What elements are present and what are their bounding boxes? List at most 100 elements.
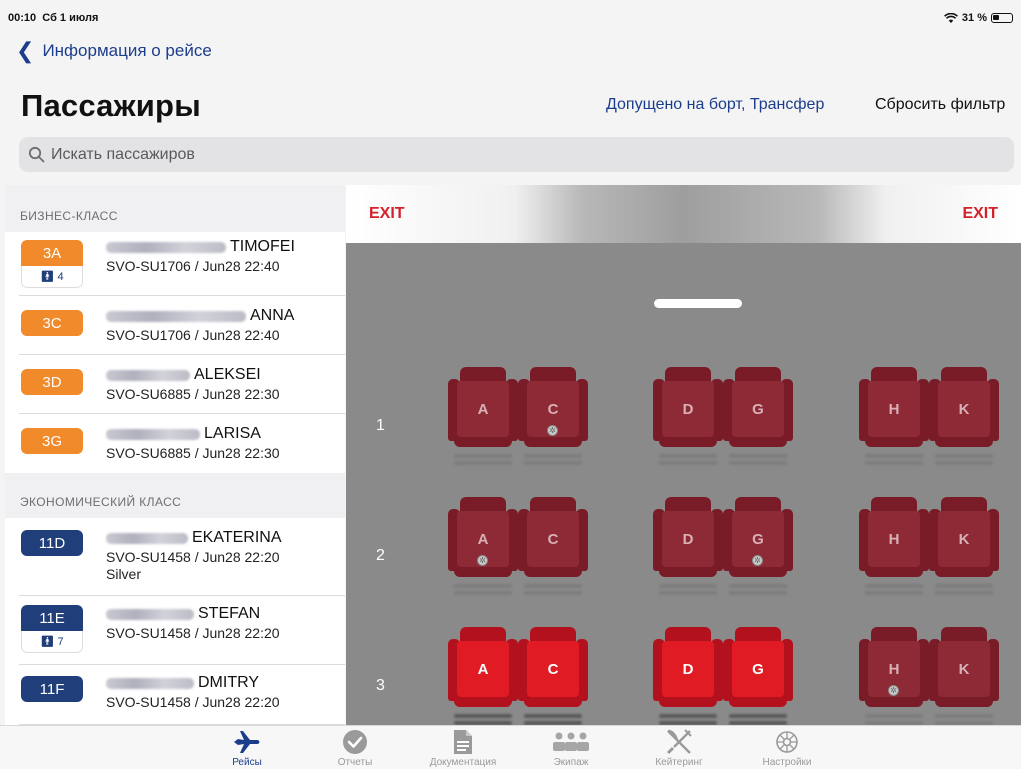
seat-occupant-redacted xyxy=(653,581,723,595)
seat-occupant-redacted xyxy=(653,451,723,465)
person-icon: 🚹︎ xyxy=(40,271,55,283)
seat-2G[interactable]: G ✲ xyxy=(723,497,793,577)
seat-occupant-redacted xyxy=(859,581,929,595)
seat-marker-icon: ✲ xyxy=(888,685,899,696)
seat-2H[interactable]: H xyxy=(859,497,929,577)
seat-letter: D xyxy=(662,511,714,567)
tab-label: Экипаж xyxy=(553,757,589,768)
back-button[interactable]: ❮ Информация о рейсе xyxy=(16,40,212,62)
seat-badge: 3C xyxy=(21,310,83,336)
active-filter-link[interactable]: Допущено на борт, Трансфер xyxy=(606,96,824,114)
person-icon: 🚹︎ xyxy=(40,636,55,648)
seat-1A[interactable]: A xyxy=(448,367,518,447)
group-badge: 🚹︎ 4 xyxy=(21,266,83,288)
seat-1C[interactable]: C ✲ xyxy=(518,367,588,447)
seat-2D[interactable]: D xyxy=(653,497,723,577)
seat-code: 3C xyxy=(21,310,83,336)
seat-1D[interactable]: D xyxy=(653,367,723,447)
search-input[interactable]: Искать пассажиров xyxy=(19,137,1014,172)
seat-1G[interactable]: G xyxy=(723,367,793,447)
surname-redacted xyxy=(106,369,190,381)
seat-occupant-redacted xyxy=(859,451,929,465)
passenger-row[interactable]: 11F DMITRY SVO-SU1458 / Jun28 22:20 xyxy=(19,665,345,725)
status-date: Сб 1 июля xyxy=(42,12,99,24)
seat-occupant-redacted xyxy=(448,451,518,465)
passenger-row[interactable]: 11E 🚹︎ 7 STEFAN SVO-SU1458 / Jun28 22:20 xyxy=(19,596,345,665)
seat-occupant-redacted xyxy=(929,451,999,465)
surname-redacted xyxy=(106,310,246,322)
passenger-row[interactable]: 11D EKATERINA SVO-SU1458 / Jun28 22:20 S… xyxy=(19,518,345,596)
seat-code: 3D xyxy=(21,369,83,395)
seat-map[interactable]: EXIT EXIT 1 A C ✲ D G H K 2 A ✲ C D G ✲ H K 3 A C D G H ✲ K xyxy=(346,185,1021,725)
catering-icon xyxy=(666,729,692,755)
seat-occupant-redacted xyxy=(929,711,999,725)
loyalty-tier: Silver xyxy=(106,566,142,582)
app-root: 00:10 Сб 1 июля 31 % ❮ Информация о рейс… xyxy=(0,0,1021,769)
seat-3K[interactable]: K xyxy=(929,627,999,707)
reset-filter-button[interactable]: Сбросить фильтр xyxy=(875,96,1005,114)
surname-redacted xyxy=(106,532,188,544)
passenger-name: STEFAN xyxy=(198,605,261,622)
tab-icon-wrap xyxy=(418,728,508,756)
passenger-row[interactable]: 3D ALEKSEI SVO-SU6885 / Jun28 22:30 xyxy=(19,355,345,414)
settings-icon xyxy=(776,731,798,753)
seat-3C[interactable]: C xyxy=(518,627,588,707)
passenger-row[interactable]: 3A 🚹︎ 4 TIMOFEI SVO-SU1706 / Jun28 22:40 xyxy=(19,232,345,296)
check-circle-icon xyxy=(343,730,367,754)
tab-crew[interactable]: Экипаж xyxy=(526,728,616,768)
seat-letter: G xyxy=(732,381,784,437)
tab-flights[interactable]: Рейсы xyxy=(202,728,292,768)
seat-letter: H xyxy=(868,511,920,567)
seat-2A[interactable]: A ✲ xyxy=(448,497,518,577)
status-clock: 00:10 xyxy=(8,12,37,24)
seat-1H[interactable]: H xyxy=(859,367,929,447)
passenger-name: ANNA xyxy=(250,307,295,324)
seat-2C[interactable]: C xyxy=(518,497,588,577)
page-title: Пассажиры xyxy=(21,88,201,123)
seat-3A[interactable]: A xyxy=(448,627,518,707)
passenger-name: TIMOFEI xyxy=(230,238,295,255)
group-badge: 🚹︎ 7 xyxy=(21,631,83,653)
passenger-info: ANNA SVO-SU1706 / Jun28 22:40 xyxy=(106,307,294,343)
seat-badge: 3A 🚹︎ 4 xyxy=(21,240,83,288)
seat-marker-icon: ✲ xyxy=(547,425,558,436)
tab-label: Отчеты xyxy=(337,757,373,768)
tab-icon-wrap xyxy=(310,728,400,756)
seat-1K[interactable]: K xyxy=(929,367,999,447)
seat-3H[interactable]: H ✲ xyxy=(859,627,929,707)
passenger-info: EKATERINA SVO-SU1458 / Jun28 22:20 Silve… xyxy=(106,529,282,582)
tab-settings[interactable]: Настройки xyxy=(742,728,832,768)
tab-reports[interactable]: Отчеты xyxy=(310,728,400,768)
group-count: 4 xyxy=(57,270,64,283)
seat-3G[interactable]: G xyxy=(723,627,793,707)
seat-letter: K xyxy=(938,381,990,437)
tab-icon-wrap xyxy=(634,728,724,756)
group-count: 7 xyxy=(57,635,64,648)
row-number: 3 xyxy=(376,677,385,694)
passenger-name-line: DMITRY xyxy=(106,674,280,692)
passenger-info: DMITRY SVO-SU1458 / Jun28 22:20 xyxy=(106,674,280,710)
passenger-row[interactable]: 3G LARISA SVO-SU6885 / Jun28 22:30 xyxy=(19,414,345,473)
seat-2K[interactable]: K xyxy=(929,497,999,577)
seat-badge: 11E 🚹︎ 7 xyxy=(21,605,83,653)
passenger-flight: SVO-SU6885 / Jun28 22:30 xyxy=(106,386,280,402)
passenger-flight: SVO-SU1458 / Jun28 22:20 xyxy=(106,549,280,565)
section-header-business: БИЗНЕС-КЛАСС xyxy=(5,185,345,232)
seat-occupant-redacted xyxy=(448,581,518,595)
passenger-row[interactable]: 3C ANNA SVO-SU1706 / Jun28 22:40 xyxy=(19,296,345,355)
cabin-divider-handle[interactable] xyxy=(654,299,742,308)
back-button-label: Информация о рейсе xyxy=(42,41,212,60)
passenger-info: TIMOFEI SVO-SU1706 / Jun28 22:40 xyxy=(106,238,295,274)
passenger-list[interactable]: БИЗНЕС-КЛАСС 3A 🚹︎ 4 TIMOFEI SVO-SU1706 … xyxy=(5,185,345,725)
seat-3D[interactable]: D xyxy=(653,627,723,707)
tab-documentation[interactable]: Документация xyxy=(418,728,508,768)
seat-occupant-redacted xyxy=(723,711,793,725)
passenger-name-line: STEFAN xyxy=(106,605,280,623)
seat-marker-icon: ✲ xyxy=(477,555,488,566)
surname-redacted xyxy=(106,241,226,253)
document-icon xyxy=(454,730,472,754)
tab-catering[interactable]: Кейтеринг xyxy=(634,728,724,768)
seat-occupant-redacted xyxy=(518,711,588,725)
passenger-name: LARISA xyxy=(204,425,261,442)
passenger-flight: SVO-SU1458 / Jun28 22:20 xyxy=(106,625,280,641)
